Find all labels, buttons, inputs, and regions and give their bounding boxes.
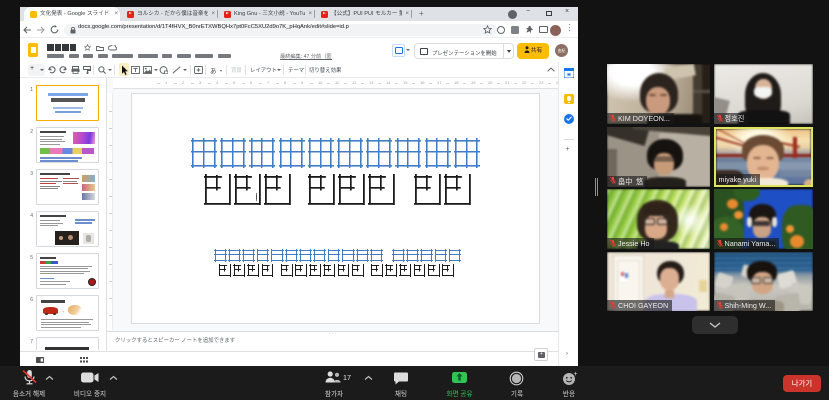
- svg-text:+: +: [574, 371, 578, 378]
